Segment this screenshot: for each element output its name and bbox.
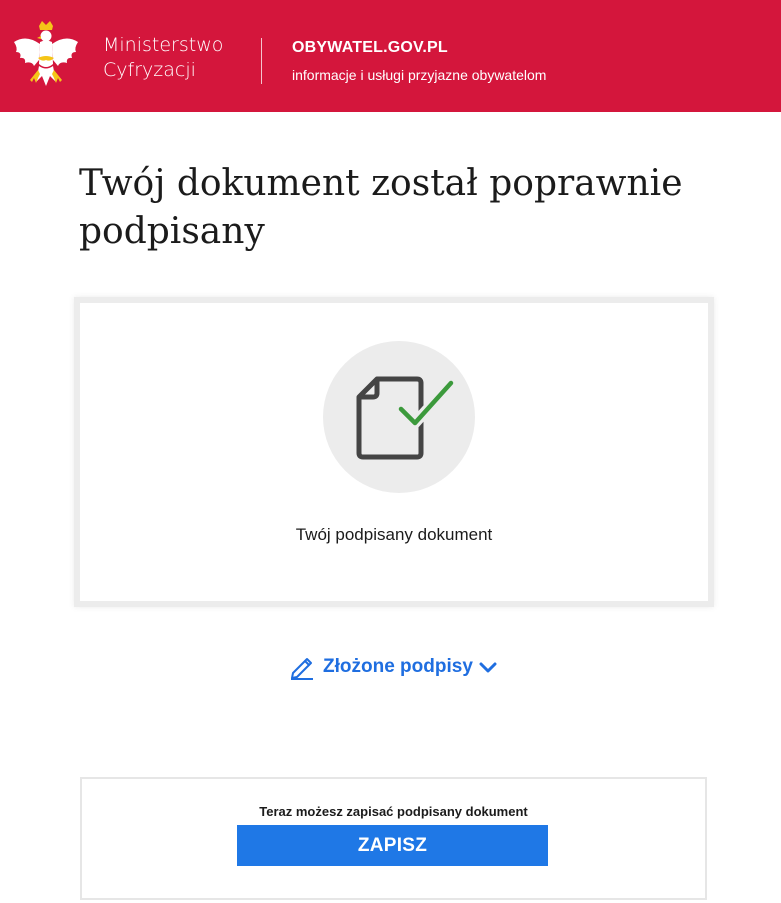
save-button[interactable]: ZAPISZ bbox=[237, 825, 548, 866]
signed-document-label: Twój podpisany dokument bbox=[295, 525, 493, 544]
save-section: Teraz możesz zapisać podpisany dokument … bbox=[80, 777, 707, 900]
pencil-icon bbox=[291, 658, 313, 680]
ministry-name-line1: Ministerstwo bbox=[103, 34, 224, 56]
document-icon-circle bbox=[323, 341, 475, 493]
ministry-name[interactable]: Ministerstwo Cyfryzacji bbox=[103, 33, 223, 83]
page-title: Twój dokument został poprawnie podpisany bbox=[79, 163, 683, 252]
polish-eagle-emblem-icon[interactable] bbox=[12, 20, 80, 96]
signed-document-card: Twój podpisany dokument bbox=[74, 297, 714, 607]
portal-tagline: informacje i usługi przyjazne obywatelom bbox=[292, 67, 547, 83]
header-divider bbox=[261, 38, 262, 84]
signed-document-check-icon bbox=[356, 376, 457, 460]
ministry-name-line2: Cyfryzacji bbox=[103, 59, 196, 81]
site-header: Ministerstwo Cyfryzacji OBYWATEL.GOV.PL … bbox=[0, 0, 781, 112]
save-prompt: Teraz możesz zapisać podpisany dokument bbox=[259, 804, 528, 819]
signatures-toggle[interactable]: Złożone podpisy bbox=[289, 652, 497, 682]
chevron-down-icon bbox=[479, 662, 497, 673]
signatures-toggle-label: Złożone podpisy bbox=[323, 656, 473, 677]
portal-name-link[interactable]: OBYWATEL.GOV.PL bbox=[292, 39, 448, 57]
